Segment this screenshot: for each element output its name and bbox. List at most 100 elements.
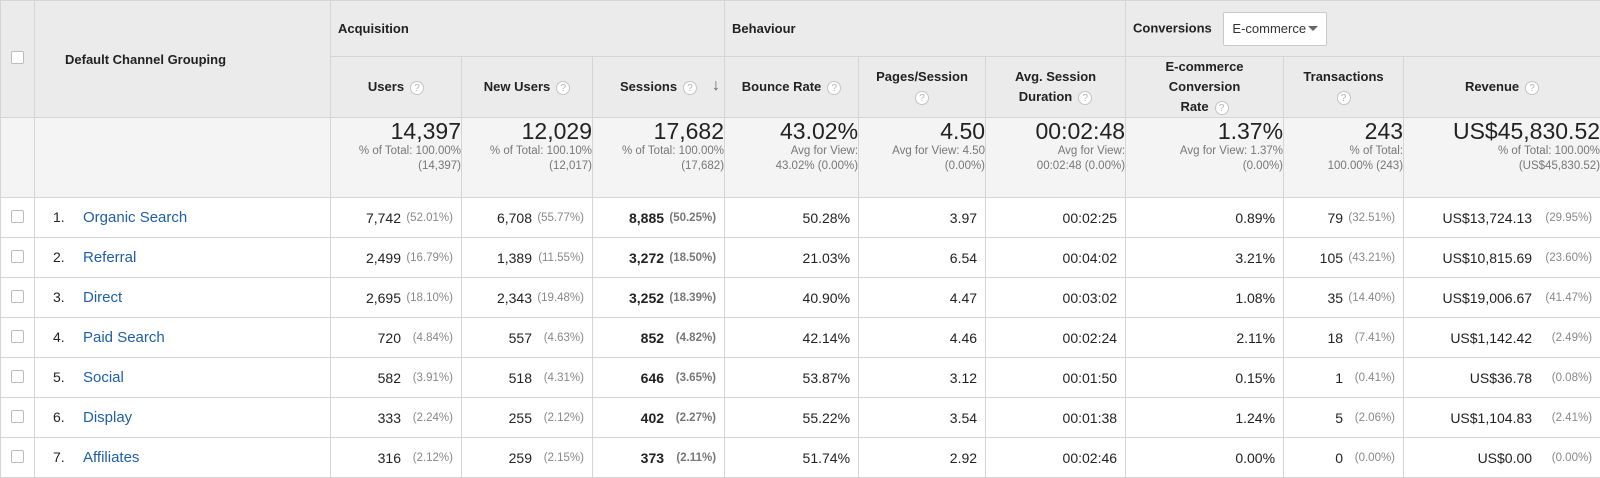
total-bounce-note2: 43.02% (0.00%): [725, 159, 858, 174]
row-checkbox-cell: [1, 398, 35, 438]
row-checkbox[interactable]: [11, 290, 24, 303]
question-mark-icon[interactable]: ?: [827, 81, 841, 95]
users-value: 316: [337, 450, 401, 466]
col-header-transactions[interactable]: Transactions?: [1284, 57, 1404, 118]
ecom-rate-cell: 3.21%: [1126, 238, 1284, 278]
select-all-checkbox[interactable]: [11, 51, 24, 64]
row-rank: 7.: [35, 449, 83, 465]
dimension-header[interactable]: Default Channel Grouping: [35, 1, 331, 118]
sessions-cell: 402(2.27%): [593, 398, 725, 438]
transactions-cell: 1(0.41%): [1284, 358, 1404, 398]
new-users-value: 6,708: [468, 210, 532, 226]
revenue-percent: (0.00%): [1532, 452, 1592, 464]
total-ecom-note2: (0.00%): [1126, 159, 1283, 174]
row-checkbox[interactable]: [11, 410, 24, 423]
ecom-rate-cell: 1.08%: [1126, 278, 1284, 318]
col-header-revenue[interactable]: Revenue?: [1404, 57, 1600, 118]
bounce-rate-cell: 42.14%: [725, 318, 859, 358]
row-checkbox[interactable]: [11, 450, 24, 463]
channel-cell: 6.Display: [35, 398, 331, 438]
revenue-value: US$19,006.67: [1410, 290, 1532, 306]
row-checkbox[interactable]: [11, 370, 24, 383]
sessions-percent: (18.39%): [664, 292, 716, 304]
col-header-new-users[interactable]: New Users?: [462, 57, 593, 118]
question-mark-icon[interactable]: ?: [683, 81, 697, 95]
channel-link[interactable]: Organic Search: [83, 209, 187, 226]
channel-link[interactable]: Direct: [83, 289, 122, 306]
col-header-pages-session[interactable]: Pages/Session?: [859, 57, 986, 118]
question-mark-icon[interactable]: ?: [1215, 101, 1229, 115]
channel-link[interactable]: Social: [83, 369, 124, 386]
group-header-row: Default Channel Grouping Acquisition Beh…: [1, 1, 1600, 57]
new-users-value: 518: [468, 370, 532, 386]
bounce-rate-cell: 40.90%: [725, 278, 859, 318]
revenue-cell: US$19,006.67(41.47%): [1404, 278, 1600, 318]
revenue-value: US$1,142.42: [1410, 330, 1532, 346]
total-revenue-value: US$45,830.52: [1404, 118, 1600, 144]
new-users-percent: (2.12%): [532, 412, 584, 424]
channel-link[interactable]: Display: [83, 409, 132, 426]
col-header-bounce-rate[interactable]: Bounce Rate?: [725, 57, 859, 118]
new-users-percent: (2.15%): [532, 452, 584, 464]
col-header-users-label: Users: [368, 79, 404, 94]
new-users-cell: 255(2.12%): [462, 398, 593, 438]
total-users: 14,397% of Total: 100.00%(14,397): [331, 118, 462, 198]
col-header-transactions-label: Transactions: [1303, 69, 1383, 84]
row-rank: 2.: [35, 249, 83, 265]
total-users-note1: % of Total: 100.00%: [331, 144, 461, 159]
col-header-users[interactable]: Users?: [331, 57, 462, 118]
col-header-avg-session-duration[interactable]: Avg. SessionDuration?: [986, 57, 1126, 118]
table-row: 5.Social 582(3.91%) 518(4.31%) 646(3.65%…: [1, 358, 1600, 398]
question-mark-icon[interactable]: ?: [556, 81, 570, 95]
revenue-value: US$13,724.13: [1410, 210, 1532, 226]
avg-duration-cell: 00:02:25: [986, 198, 1126, 238]
question-mark-icon[interactable]: ?: [1525, 81, 1539, 95]
avg-duration-cell: 00:02:24: [986, 318, 1126, 358]
channel-cell: 2.Referral: [35, 238, 331, 278]
question-mark-icon[interactable]: ?: [1337, 91, 1351, 105]
col-header-ecom-conversion-rate[interactable]: E-commerce ConversionRate?: [1126, 57, 1284, 118]
transactions-value: 35: [1290, 290, 1343, 306]
conversion-type-dropdown[interactable]: E-commerce: [1223, 12, 1327, 46]
channel-link[interactable]: Affiliates: [83, 449, 139, 466]
users-percent: (4.84%): [401, 332, 453, 344]
row-checkbox-cell: [1, 278, 35, 318]
totals-checkbox-cell: [1, 118, 35, 198]
total-new-users-note2: (12,017): [462, 159, 592, 174]
transactions-cell: 79(32.51%): [1284, 198, 1404, 238]
transactions-cell: 0(0.00%): [1284, 438, 1404, 478]
sessions-cell: 3,252(18.39%): [593, 278, 725, 318]
conversions-group-header: Conversions E-commerce: [1126, 1, 1600, 57]
users-percent: (16.79%): [401, 252, 453, 264]
row-checkbox[interactable]: [11, 250, 24, 263]
question-mark-icon[interactable]: ?: [915, 91, 929, 105]
col-header-sessions[interactable]: Sessions? ↓: [593, 57, 725, 118]
sessions-percent: (2.27%): [664, 412, 716, 424]
channel-link[interactable]: Referral: [83, 249, 136, 266]
transactions-percent: (32.51%): [1343, 212, 1395, 224]
revenue-cell: US$36.78(0.08%): [1404, 358, 1600, 398]
channel-link[interactable]: Paid Search: [83, 329, 165, 346]
new-users-cell: 557(4.63%): [462, 318, 593, 358]
arrow-down-icon[interactable]: ↓: [712, 76, 720, 96]
avg-duration-cell: 00:04:02: [986, 238, 1126, 278]
row-checkbox[interactable]: [11, 210, 24, 223]
question-mark-icon[interactable]: ?: [410, 81, 424, 95]
question-mark-icon[interactable]: ?: [1078, 91, 1092, 105]
row-rank: 3.: [35, 289, 83, 305]
transactions-cell: 105(43.21%): [1284, 238, 1404, 278]
users-value: 2,695: [337, 290, 401, 306]
pages-session-cell: 3.12: [859, 358, 986, 398]
row-checkbox[interactable]: [11, 330, 24, 343]
users-cell: 582(3.91%): [331, 358, 462, 398]
ecom-rate-cell: 1.24%: [1126, 398, 1284, 438]
total-sessions: 17,682% of Total: 100.00%(17,682): [593, 118, 725, 198]
behaviour-group-header: Behaviour: [725, 1, 1126, 57]
users-value: 333: [337, 410, 401, 426]
transactions-value: 1: [1290, 370, 1343, 386]
caret-down-icon: [1308, 26, 1318, 31]
revenue-value: US$36.78: [1410, 370, 1532, 386]
users-percent: (18.10%): [401, 292, 453, 304]
select-all-cell: [1, 1, 35, 118]
row-checkbox-cell: [1, 198, 35, 238]
